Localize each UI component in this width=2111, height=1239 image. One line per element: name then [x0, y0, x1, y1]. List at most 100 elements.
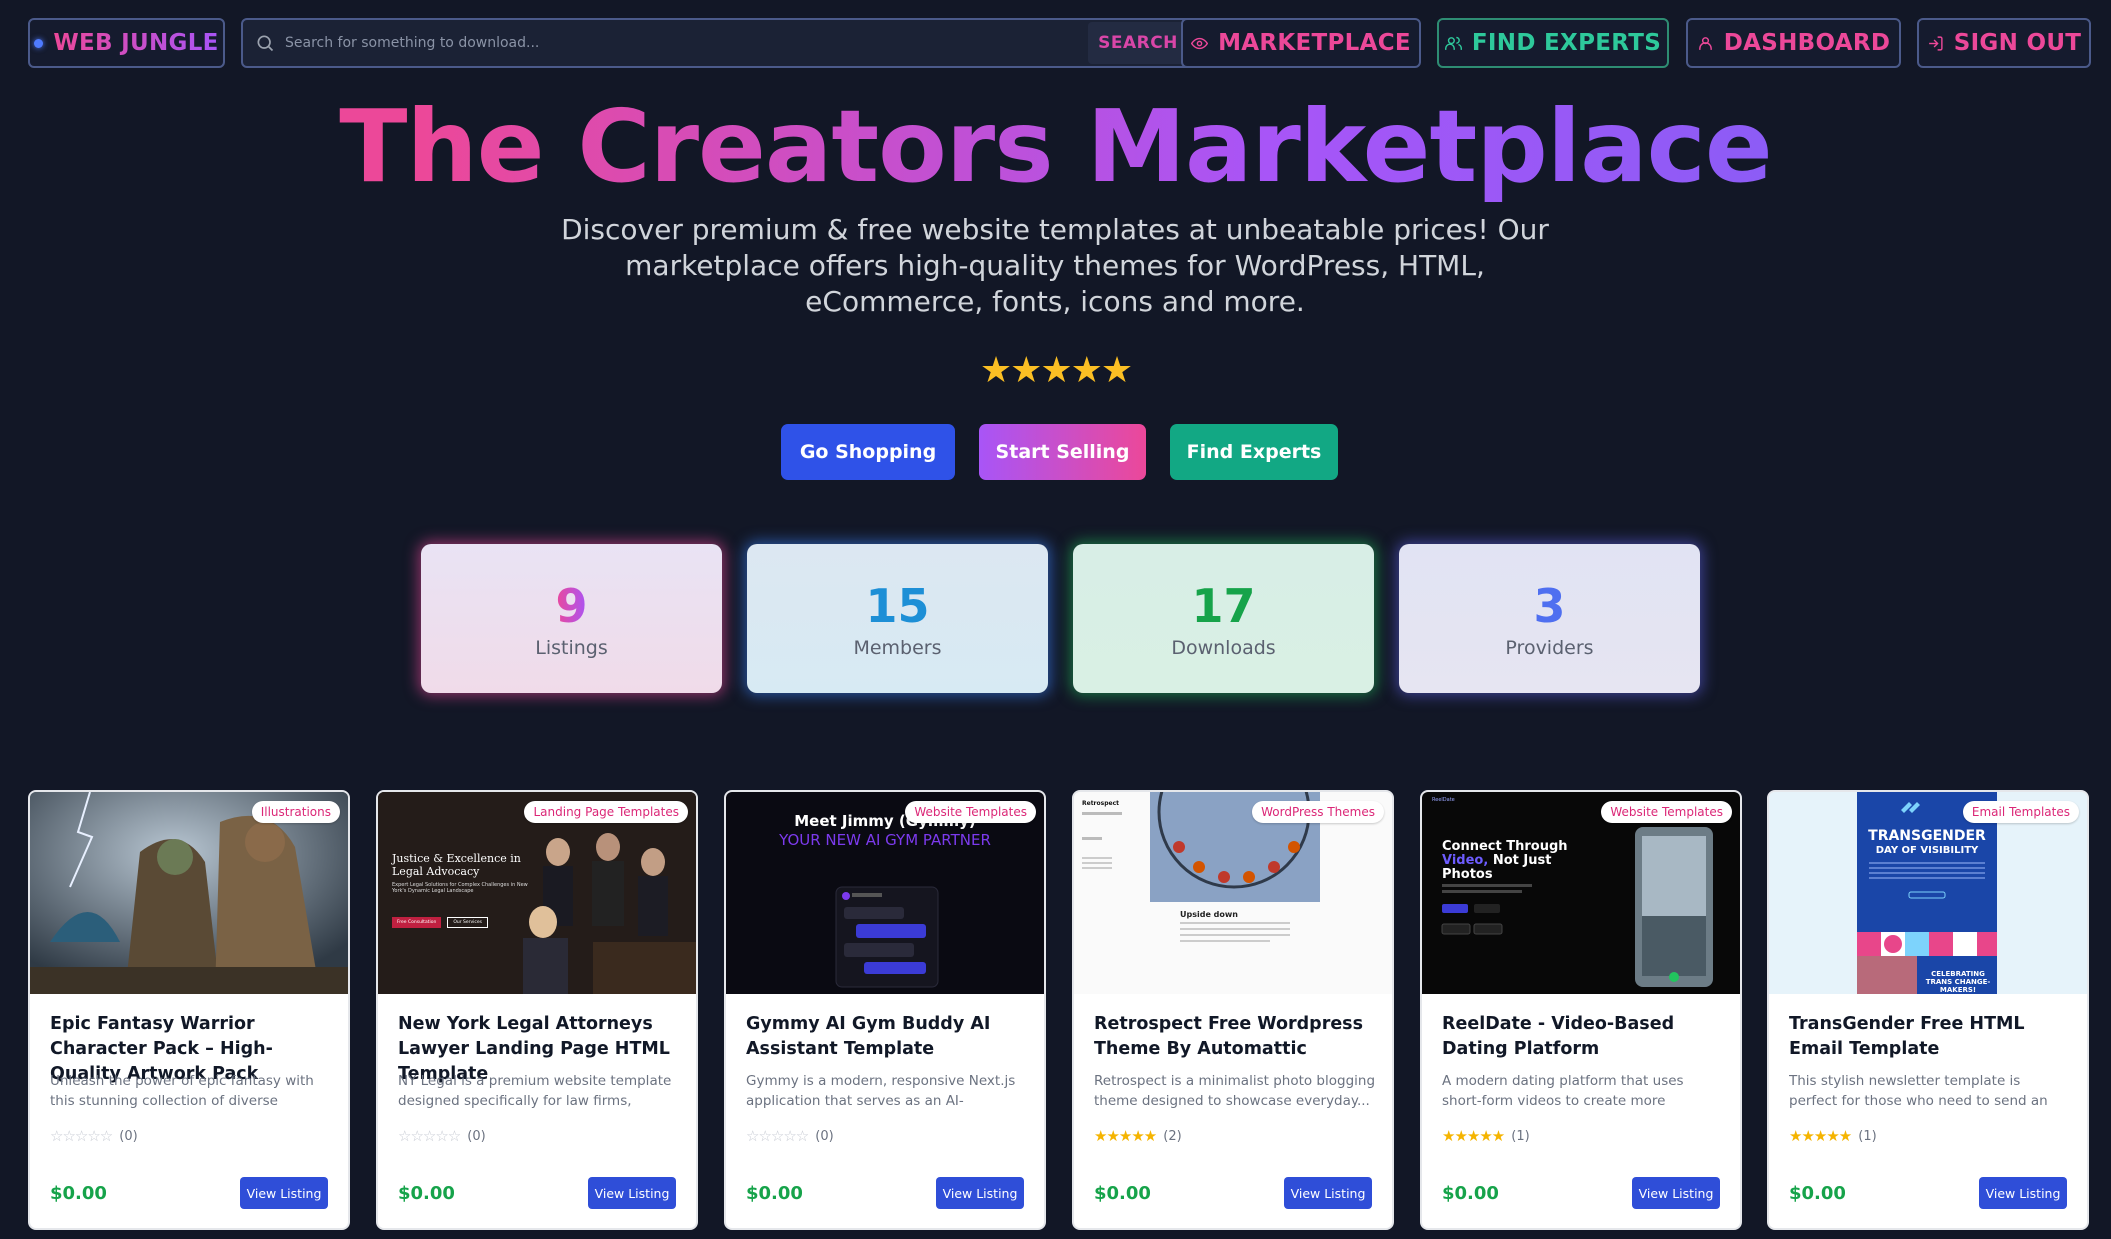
- listing-rating: ☆☆☆☆☆ (0): [746, 1127, 834, 1145]
- listing-description: A modern dating platform that uses short…: [1442, 1073, 1684, 1109]
- listing-description: Unleash the power of epic fantasy with t…: [50, 1073, 314, 1109]
- listing-rating: ★★★★★ (1): [1789, 1127, 1877, 1145]
- thumb-subheading: DAY OF VISIBILITY: [1875, 845, 1979, 856]
- eye-icon: [1191, 37, 1209, 49]
- category-badge: Website Templates: [1601, 801, 1732, 823]
- listing-price: $0.00: [1094, 1183, 1151, 1204]
- listing-description: This stylish newsletter template is perf…: [1789, 1073, 2048, 1109]
- go-shopping-button[interactable]: Go Shopping: [781, 424, 955, 480]
- search-button[interactable]: SEARCH: [1088, 22, 1188, 64]
- marketplace-label: MARKETPLACE: [1218, 30, 1411, 56]
- category-badge: Email Templates: [1962, 801, 2079, 823]
- listing-thumbnail-image[interactable]: TRANSGENDER DAY OF VISIBILITY CELEBRATIN…: [1769, 792, 2087, 994]
- view-listing-button[interactable]: View Listing: [240, 1177, 328, 1209]
- listing-rating: ★★★★★ (2): [1094, 1127, 1182, 1145]
- listing-thumbnail-image[interactable]: Meet Jimmy (Gymmy) YOUR NEW AI GYM PARTN…: [726, 792, 1044, 994]
- logo-dot-icon: [34, 38, 44, 48]
- listing-description: NY Legal is a premium website template d…: [398, 1073, 672, 1109]
- rating-count: (0): [467, 1128, 486, 1144]
- hero-subtitle: Discover premium & free website template…: [561, 213, 1549, 318]
- stat-value: 17: [1191, 578, 1256, 633]
- thumb-services-button: Our Services: [447, 917, 488, 928]
- stat-listings: 9 Listings: [421, 544, 722, 693]
- listing-thumbnail-image[interactable]: Retrospect Upside down WordPress Themes: [1074, 792, 1392, 994]
- listing-card[interactable]: TRANSGENDER DAY OF VISIBILITY CELEBRATIN…: [1767, 790, 2089, 1230]
- listing-card[interactable]: Meet Jimmy (Gymmy) YOUR NEW AI GYM PARTN…: [724, 790, 1046, 1230]
- rating-count: (2): [1163, 1128, 1182, 1144]
- listing-description: Gymmy is a modern, responsive Next.js ap…: [746, 1073, 1016, 1109]
- find-experts-button[interactable]: FIND EXPERTS: [1437, 18, 1669, 68]
- category-badge: Landing Page Templates: [524, 801, 688, 823]
- stat-value: 15: [865, 578, 930, 633]
- stat-value: 3: [1533, 578, 1566, 633]
- thumb-consult-button: Free Consultation: [392, 917, 442, 928]
- stat-label: Members: [853, 636, 942, 659]
- listing-rating: ☆☆☆☆☆ (0): [50, 1127, 138, 1145]
- view-listing-button[interactable]: View Listing: [1284, 1177, 1372, 1209]
- view-listing-button[interactable]: View Listing: [588, 1177, 676, 1209]
- hero-rating-stars-icon: ★★★★★: [979, 350, 1133, 391]
- thumb-heading: Justice & Excellence in Legal Advocacy: [392, 852, 521, 878]
- users-icon: [1444, 36, 1462, 50]
- listing-title[interactable]: ReelDate - Video-Based Dating Platform: [1442, 1012, 1724, 1062]
- listing-title[interactable]: Retrospect Free Wordpress Theme By Autom…: [1094, 1012, 1376, 1062]
- rating-stars-icon: ★★★★★: [1789, 1127, 1852, 1145]
- listing-thumbnail-image[interactable]: Justice & Excellence in Legal Advocacy E…: [378, 792, 696, 994]
- listing-price: $0.00: [1442, 1183, 1499, 1204]
- rating-count: (1): [1858, 1128, 1877, 1144]
- listing-thumbnail-image[interactable]: ReelDate Connect Through Video, Not Just…: [1422, 792, 1740, 994]
- dashboard-button[interactable]: DASHBOARD: [1686, 18, 1901, 68]
- listing-card[interactable]: Justice & Excellence in Legal Advocacy E…: [376, 790, 698, 1230]
- rating-count: (0): [119, 1128, 138, 1144]
- listing-card[interactable]: Retrospect Upside down WordPress Themes …: [1072, 790, 1394, 1230]
- category-badge: Website Templates: [905, 801, 1036, 823]
- stat-label: Providers: [1505, 636, 1594, 659]
- listing-price: $0.00: [50, 1183, 107, 1204]
- category-badge: Illustrations: [251, 801, 340, 823]
- sign-out-button[interactable]: SIGN OUT: [1917, 18, 2091, 68]
- listing-description: Retrospect is a minimalist photo bloggin…: [1094, 1073, 1376, 1109]
- listing-price: $0.00: [398, 1183, 455, 1204]
- search-input[interactable]: [275, 35, 1088, 51]
- listing-card[interactable]: ReelDate Connect Through Video, Not Just…: [1420, 790, 1742, 1230]
- stat-members: 15 Members: [747, 544, 1048, 693]
- find-experts-cta-button[interactable]: Find Experts: [1170, 424, 1338, 480]
- listing-title[interactable]: TransGender Free HTML Email Template: [1789, 1012, 2071, 1062]
- top-nav: WEB JUNGLE SEARCH MARKETPLACE FIND EXPER…: [28, 18, 2091, 68]
- marketplace-button[interactable]: MARKETPLACE: [1181, 18, 1421, 68]
- rating-stars-icon: ★★★★★: [1442, 1127, 1505, 1145]
- listing-rating: ☆☆☆☆☆ (0): [398, 1127, 486, 1145]
- sign-out-icon: [1928, 35, 1943, 51]
- stat-value: 9: [555, 578, 588, 633]
- thumb-heading: TRANSGENDER: [1868, 828, 1986, 844]
- hero-title: The Creators Marketplace: [0, 92, 2111, 202]
- sign-out-label: SIGN OUT: [1953, 30, 2082, 56]
- user-icon: [1698, 36, 1712, 50]
- stat-downloads: 17 Downloads: [1073, 544, 1374, 693]
- logo-button[interactable]: WEB JUNGLE: [28, 18, 225, 68]
- stat-label: Listings: [535, 636, 608, 659]
- rating-stars-icon: ☆☆☆☆☆: [398, 1127, 461, 1145]
- listing-thumbnail-image[interactable]: Illustrations: [30, 792, 348, 994]
- dashboard-label: DASHBOARD: [1723, 30, 1891, 56]
- view-listing-button[interactable]: View Listing: [1979, 1177, 2067, 1209]
- listing-card[interactable]: Illustrations Epic Fantasy Warrior Chara…: [28, 790, 350, 1230]
- search-icon: [257, 35, 274, 52]
- rating-count: (1): [1511, 1128, 1530, 1144]
- rating-stars-icon: ☆☆☆☆☆: [50, 1127, 113, 1145]
- listing-title[interactable]: Gymmy AI Gym Buddy AI Assistant Template: [746, 1012, 1028, 1062]
- listing-price: $0.00: [1789, 1183, 1846, 1204]
- rating-count: (0): [815, 1128, 834, 1144]
- start-selling-button[interactable]: Start Selling: [979, 424, 1146, 480]
- stat-label: Downloads: [1171, 636, 1276, 659]
- thumb-footer: CELEBRATING TRANS CHANGE-MAKERS!: [1925, 970, 1991, 994]
- view-listing-button[interactable]: View Listing: [1632, 1177, 1720, 1209]
- view-listing-button[interactable]: View Listing: [936, 1177, 1024, 1209]
- rating-stars-icon: ★★★★★: [1094, 1127, 1157, 1145]
- rating-stars-icon: ☆☆☆☆☆: [746, 1127, 809, 1145]
- category-badge: WordPress Themes: [1252, 801, 1384, 823]
- search-bar: SEARCH: [241, 18, 1193, 68]
- listing-price: $0.00: [746, 1183, 803, 1204]
- stat-providers: 3 Providers: [1399, 544, 1700, 693]
- thumb-subheading: Expert Legal Solutions for Complex Chall…: [392, 882, 528, 894]
